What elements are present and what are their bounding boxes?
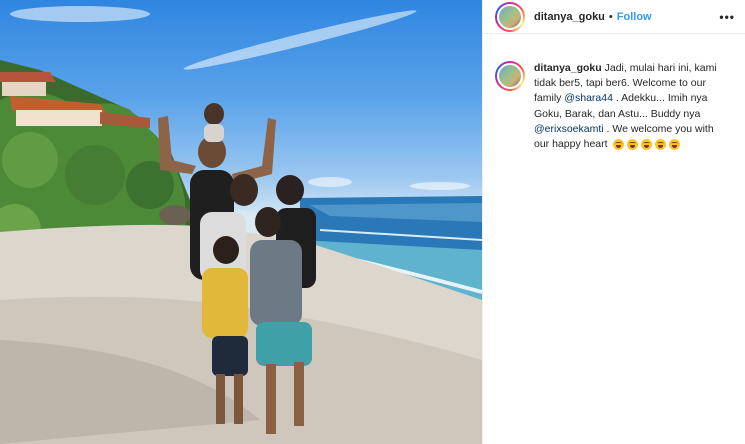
caption-comment: ditanya_goku Jadi, mulai hari ini, kami … — [483, 34, 745, 152]
post-side-panel: ditanya_goku • Follow ••• ditanya_goku J… — [482, 0, 745, 444]
mention-link-erixsoekamti[interactable]: @erixsoekamti — [534, 123, 604, 135]
mention-link-shara44[interactable]: @shara44 — [564, 92, 613, 104]
caption-text: ditanya_goku Jadi, mulai hari ini, kami … — [534, 61, 724, 152]
username-link[interactable]: ditanya_goku — [534, 11, 605, 23]
caption-avatar[interactable] — [495, 61, 525, 91]
more-options-icon[interactable]: ••• — [715, 10, 739, 24]
follow-button[interactable]: Follow — [617, 11, 652, 23]
separator-dot: • — [608, 10, 613, 23]
smiling-face-icon — [627, 138, 639, 150]
avatar[interactable] — [495, 1, 525, 32]
smiling-face-icon — [655, 138, 667, 150]
post-header: ditanya_goku • Follow ••• — [483, 0, 745, 34]
beach-family-photo — [0, 6, 482, 444]
emoji-group — [613, 138, 681, 150]
smiling-face-icon — [641, 138, 653, 150]
smiling-face-icon — [613, 138, 625, 150]
post-photo[interactable] — [0, 0, 482, 444]
instagram-post: ditanya_goku • Follow ••• ditanya_goku J… — [0, 0, 745, 444]
smiling-face-icon — [669, 138, 681, 150]
caption-username-link[interactable]: ditanya_goku — [534, 62, 602, 74]
